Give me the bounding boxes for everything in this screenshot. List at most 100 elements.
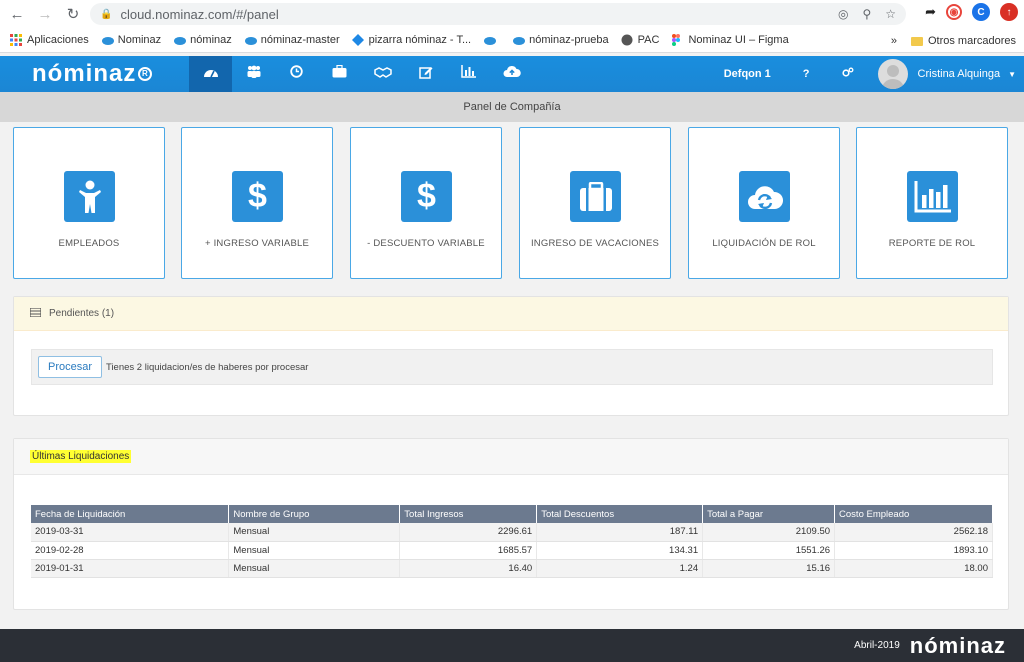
column-header[interactable]: Total Descuentos [536,505,704,523]
logo-text: nóminaz [32,60,137,87]
bookmark-label: pizarra nóminaz - T... [368,34,472,46]
star-icon[interactable]: ☆ [885,7,896,21]
user-silhouette-icon [881,65,904,89]
payrolls-table: Fecha de Liquidación Nombre de Grupo Tot… [31,505,993,578]
profile-icon[interactable]: C [972,3,990,21]
help-icon[interactable]: ? [803,68,810,80]
cell-group: Mensual [228,559,401,578]
bookmark-pac[interactable]: PAC [621,34,659,46]
cell-group: Mensual [228,541,401,560]
diamond-icon [351,34,364,46]
extension-icon[interactable]: ◉ [946,4,962,20]
nav-vacations[interactable] [318,56,361,92]
cloud-upload-icon [503,65,521,83]
nav-reports[interactable] [447,56,490,92]
bookmark-pizarra[interactable]: pizarra nóminaz - T... [351,34,472,46]
company-selector[interactable]: Defqon 1 [724,68,771,80]
bookmark-apps[interactable]: Aplicaciones [10,34,89,46]
nav-employees[interactable] [232,56,275,92]
cell-deductions: 187.11 [536,523,704,542]
column-header[interactable]: Total Ingresos [399,505,538,523]
dashboard-icon [203,65,219,83]
bar-chart-icon [907,171,958,222]
cloud-sync-icon [739,171,790,222]
url-bar[interactable]: 🔒 cloud.nominaz.com/#/panel ◎ ⚲ ☆ [90,3,906,25]
share-icon[interactable]: ➦ [925,4,936,20]
cell-date: 2019-02-28 [31,541,230,560]
users-icon [246,65,262,83]
pending-title: Pendientes (1) [49,308,115,319]
lock-icon: 🔒 [100,8,113,20]
footer-logo: nóminaz [909,632,1006,658]
tile-label: LIQUIDACIÓN DE ROL [712,238,816,249]
forward-icon[interactable]: → [34,3,56,25]
back-icon[interactable]: ← [6,3,28,25]
avatar[interactable] [877,59,908,89]
bookmark-nominaz-master[interactable]: nóminaz-master [244,34,340,46]
url-text: cloud.nominaz.com/#/panel [120,6,279,22]
tile-ingreso-variable[interactable]: $ + INGRESO VARIABLE [181,127,333,279]
table-row[interactable]: 2019-01-31 Mensual 16.40 1.24 15.16 18.0… [31,559,993,578]
column-header[interactable]: Nombre de Grupo [228,505,401,523]
update-icon[interactable]: ↑ [1000,3,1018,21]
column-header[interactable]: Costo Empleado [834,505,993,523]
cell-deductions: 134.31 [536,541,704,560]
location-icon[interactable]: ◎ [838,7,848,21]
table-row[interactable]: 2019-03-31 Mensual 2296.61 187.11 2109.5… [31,523,993,542]
table-row[interactable]: 2019-02-28 Mensual 1685.57 134.31 1551.2… [31,541,993,560]
reload-icon[interactable]: ↻ [62,3,84,25]
tile-employees[interactable]: EMPLEADOS [13,127,165,279]
nav-time[interactable] [275,56,318,92]
tile-liquidacion[interactable]: LIQUIDACIÓN DE ROL [688,127,840,279]
bookmark-label: Nominaz UI – Figma [688,34,789,46]
nav-edit[interactable] [404,56,447,92]
tile-descuento-variable[interactable]: $ - DESCUENTO VARIABLE [350,127,502,279]
browser-toolbar: ← → ↻ 🔒 cloud.nominaz.com/#/panel ◎ ⚲ ☆ … [0,0,1024,28]
settings-icon[interactable] [841,67,854,81]
briefcase-icon [332,64,347,83]
nav-agreements[interactable] [361,56,404,92]
page-title: Panel de Compañía [463,101,561,113]
apps-grid-icon [10,34,22,46]
bookmark-nominaz-2[interactable]: nóminaz [173,34,232,46]
figma-icon [671,34,683,46]
cell-date: 2019-03-31 [31,523,230,542]
user-menu[interactable]: Cristina Alquinga [918,68,1001,80]
footer: Abril-2019 nóminaz [0,629,1024,662]
app-header: nóminaz R Defqon 1 ? Cristina Alquinga ▼ [0,56,1024,92]
tile-label: INGRESO DE VACACIONES [530,238,660,249]
pending-panel: Pendientes (1) Procesar Tienes 2 liquida… [13,296,1009,416]
bookmark-label: nóminaz-prueba [529,34,609,46]
dollar-icon: $ [232,171,283,222]
latest-header: Últimas Liquidaciones [14,439,1008,475]
bar-chart-icon [460,65,477,83]
bookmark-label: Nominaz [117,34,162,46]
cell-total-pay: 2109.50 [702,523,836,542]
bookmark-figma[interactable]: Nominaz UI – Figma [671,34,789,46]
caret-down-icon[interactable]: ▼ [1008,70,1016,79]
key-icon[interactable]: ⚲ [862,7,871,21]
cell-income: 16.40 [399,559,538,578]
nav-upload[interactable] [490,56,533,92]
bookmark-cloud-blank[interactable] [483,34,500,46]
table-header-row: Fecha de Liquidación Nombre de Grupo Tot… [31,505,993,523]
nav-dashboard[interactable] [189,56,232,92]
cell-income: 2296.61 [399,523,538,542]
tile-label: + INGRESO VARIABLE [205,238,309,249]
bookmark-nominaz-prueba[interactable]: nóminaz-prueba [512,34,609,46]
app-logo[interactable]: nóminaz R [32,60,153,88]
cell-employee-cost: 1893.10 [834,541,993,560]
bookmark-label: nóminaz [190,34,232,46]
folder-icon [910,35,923,47]
edit-icon [418,65,433,84]
cell-date: 2019-01-31 [31,559,230,578]
other-bookmarks[interactable]: Otros marcadores [928,35,1016,47]
column-header[interactable]: Fecha de Liquidación [31,505,230,523]
process-button[interactable]: Procesar [38,356,102,378]
more-bookmarks[interactable]: » [891,35,897,47]
cell-total-pay: 15.16 [702,559,836,578]
bookmark-nominaz[interactable]: Nominaz [101,34,161,46]
tile-reporte[interactable]: REPORTE DE ROL [856,127,1008,279]
column-header[interactable]: Total a Pagar [702,505,836,523]
tile-vacaciones[interactable]: INGRESO DE VACACIONES [519,127,671,279]
